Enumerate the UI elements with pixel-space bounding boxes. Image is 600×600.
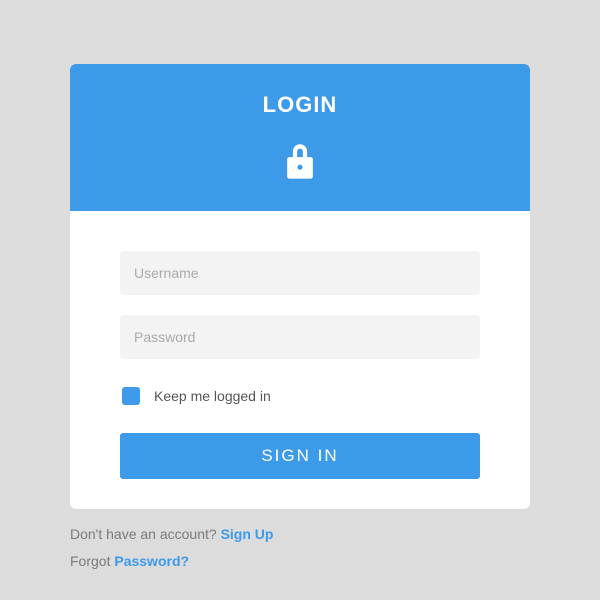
signup-prompt: Don't have an account? (70, 526, 221, 542)
username-input[interactable] (120, 251, 480, 295)
forgot-password-link[interactable]: Password? (114, 553, 189, 569)
login-header: LOGIN (70, 64, 530, 211)
lock-icon (70, 140, 530, 185)
login-card: LOGIN Keep me logged in SIGN IN (70, 64, 530, 509)
password-input[interactable] (120, 315, 480, 359)
forgot-prompt: Forgot (70, 553, 114, 569)
remember-checkbox[interactable] (122, 387, 140, 405)
footer-links: Don't have an account? Sign Up Forgot Pa… (70, 509, 530, 574)
remember-label: Keep me logged in (154, 388, 271, 404)
forgot-line: Forgot Password? (70, 548, 530, 575)
signin-button[interactable]: SIGN IN (120, 433, 480, 479)
signup-link[interactable]: Sign Up (221, 526, 274, 542)
login-form: Keep me logged in SIGN IN (70, 211, 530, 509)
remember-row: Keep me logged in (122, 387, 480, 405)
signup-line: Don't have an account? Sign Up (70, 521, 530, 548)
login-title: LOGIN (70, 92, 530, 118)
